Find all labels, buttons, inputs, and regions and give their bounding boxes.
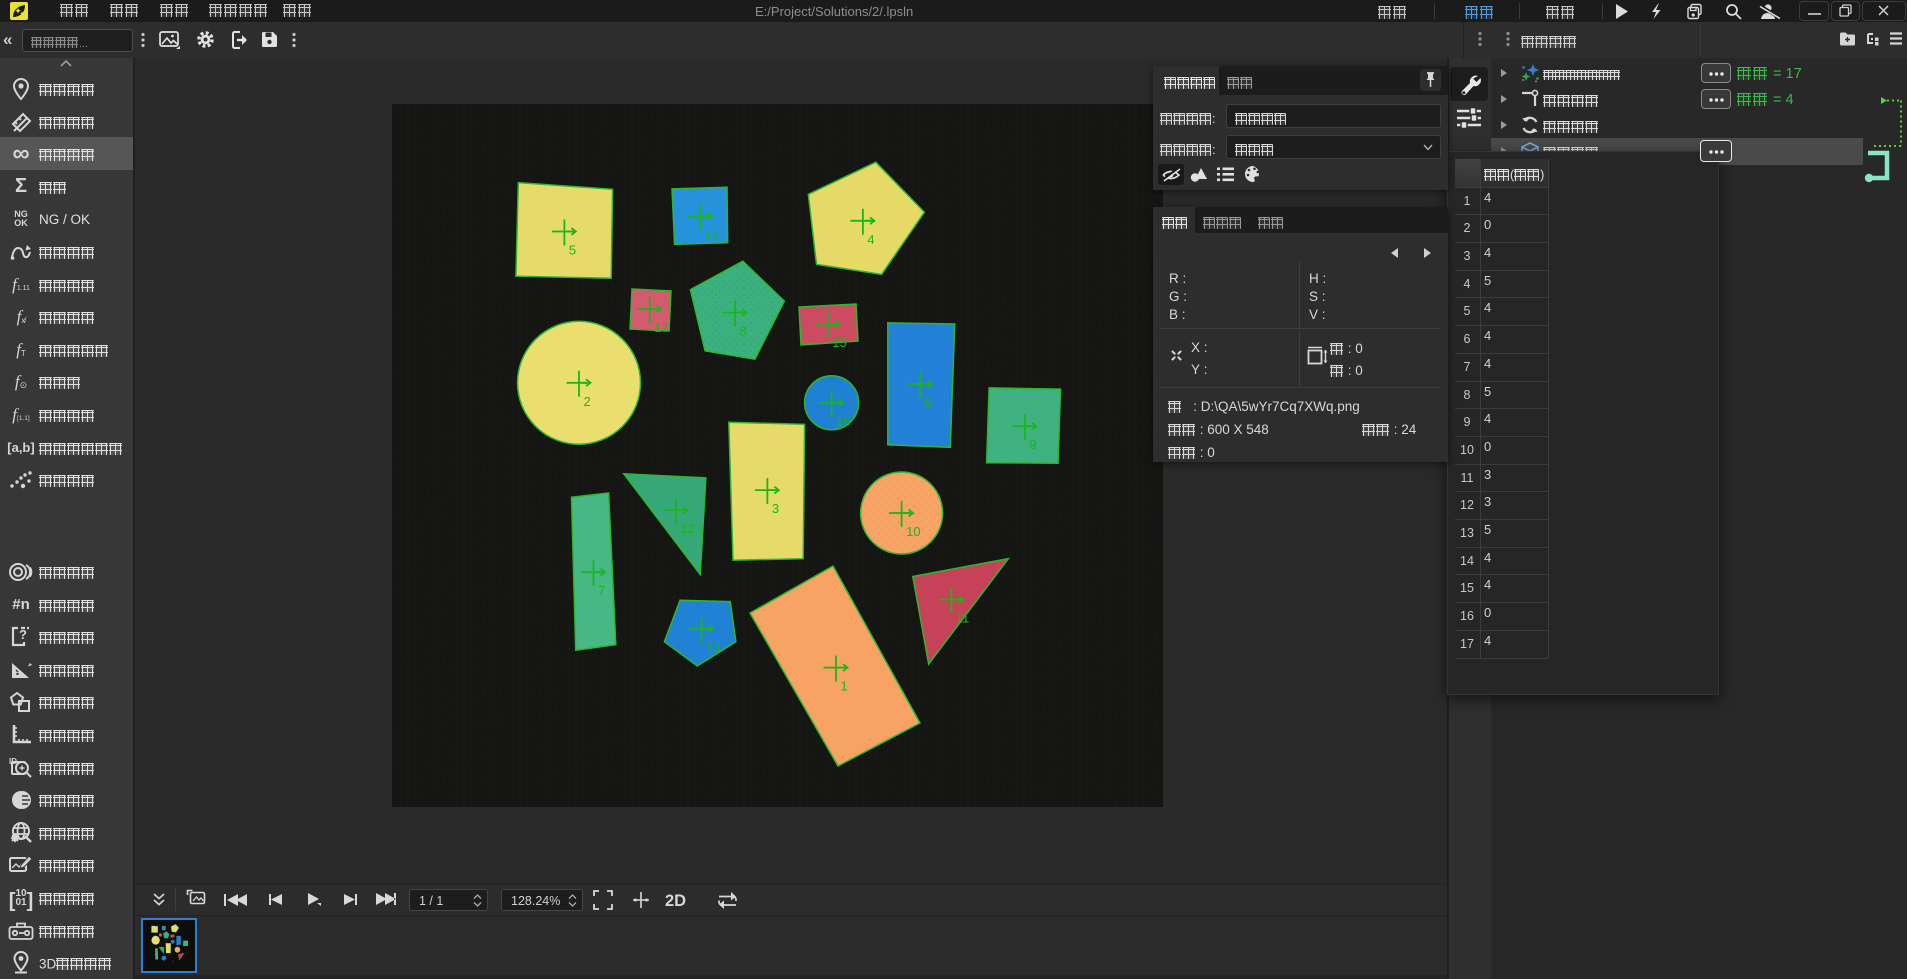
svg-text:1: 1 (173, 962, 174, 964)
svg-text:?: ? (19, 627, 27, 642)
svg-text:2D: 2D (665, 892, 686, 910)
